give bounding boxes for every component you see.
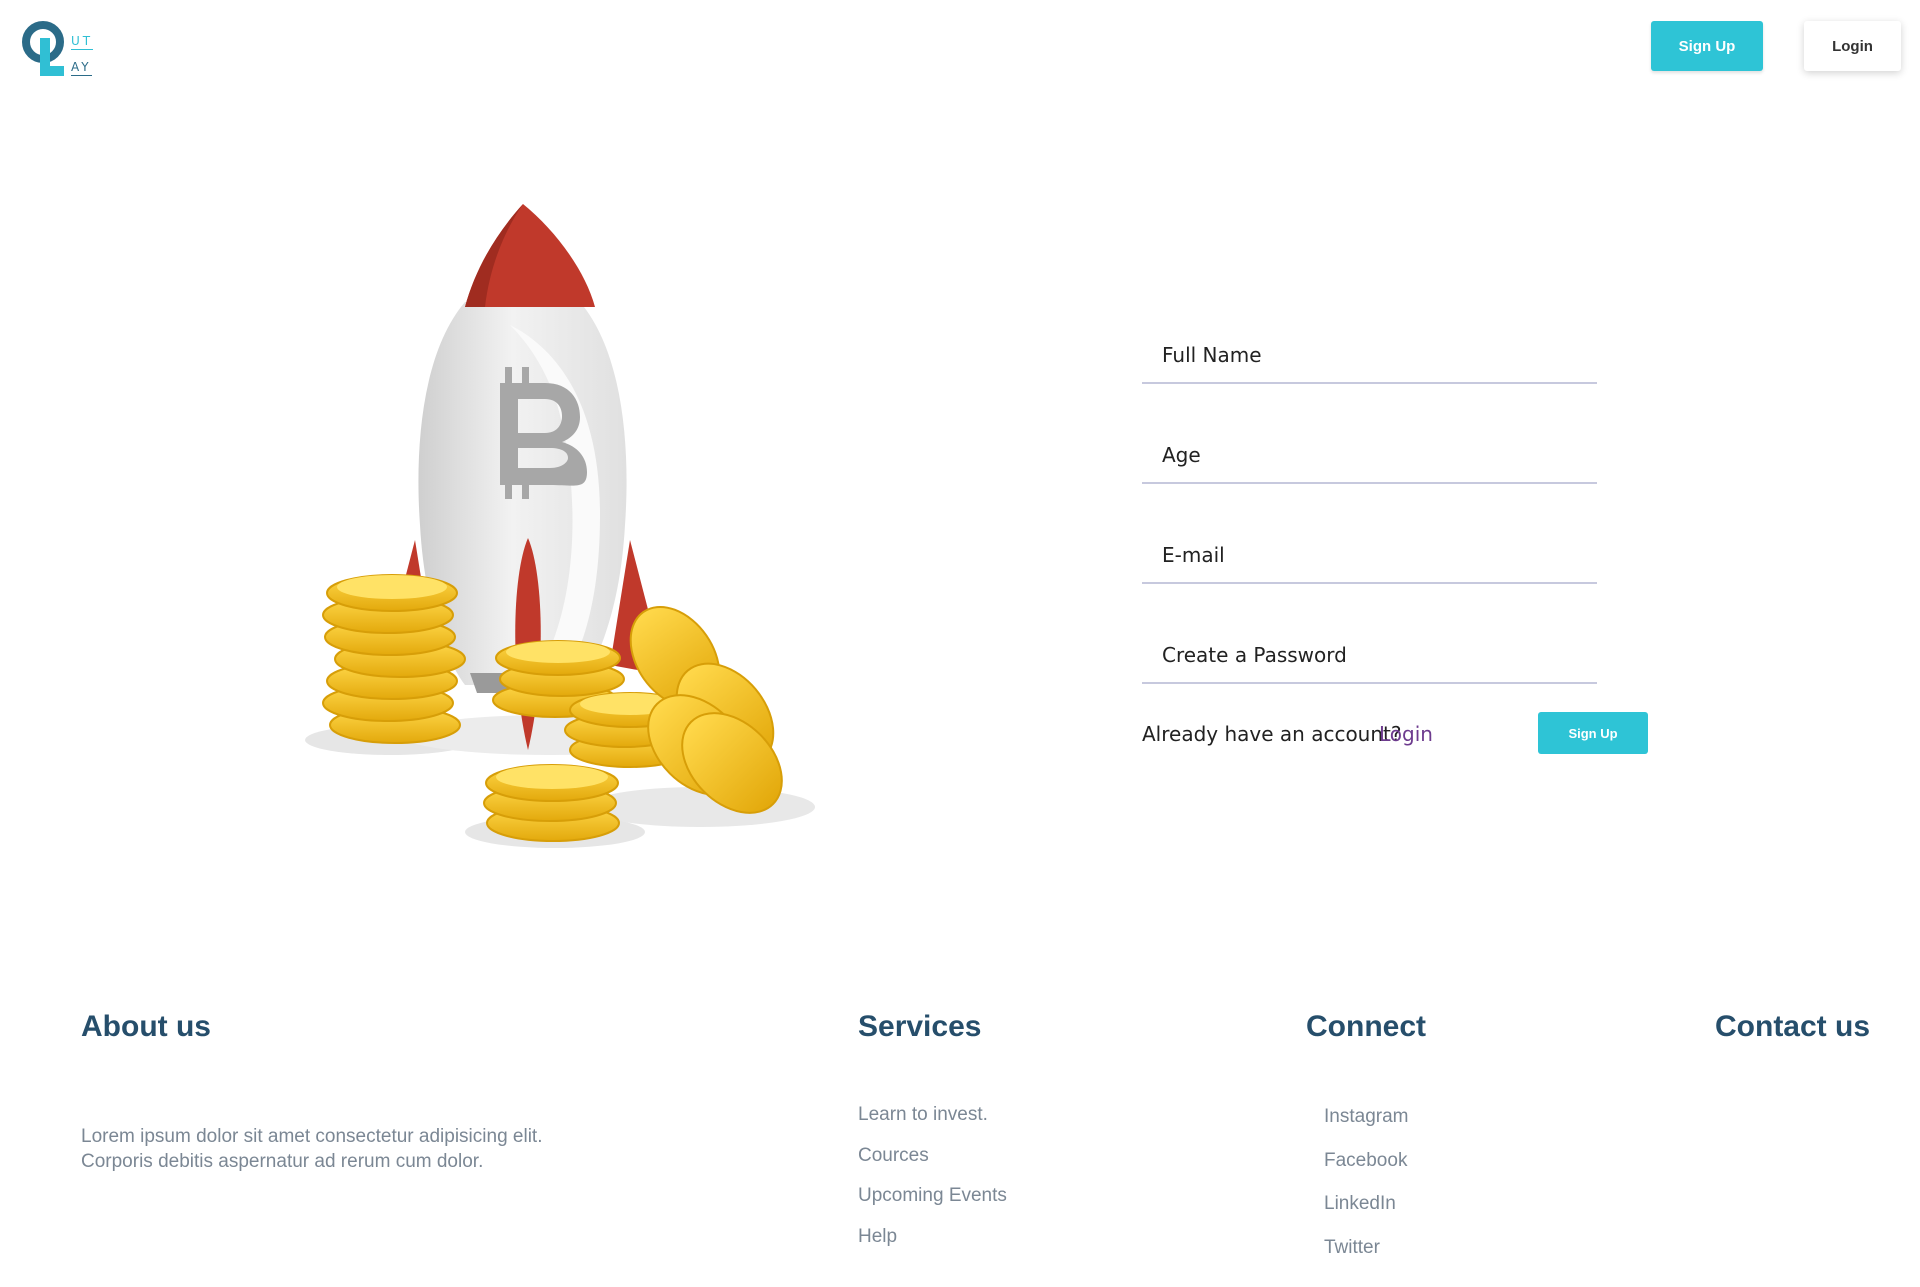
cources-link[interactable]: Cources xyxy=(858,1145,929,1166)
coin-stack-bottom xyxy=(483,764,620,842)
signup-form: Already have an account? Login Sign Up xyxy=(1142,322,1652,754)
connect-links: Instagram Facebook LinkedIn Twitter xyxy=(1324,1106,1408,1280)
header-signup-button[interactable]: Sign Up xyxy=(1651,21,1763,71)
rocket-icon xyxy=(305,204,815,848)
facebook-link[interactable]: Facebook xyxy=(1324,1150,1407,1171)
services-link-item: Upcoming Events xyxy=(858,1185,1007,1226)
contact-us-heading: Contact us xyxy=(1715,1010,1871,1043)
footer-connect-column: Connect xyxy=(1306,1010,1426,1044)
logo-text-bottom: AY xyxy=(71,60,92,76)
coin-stack-left xyxy=(322,574,466,744)
password-field-wrapper xyxy=(1142,622,1599,684)
email-field-wrapper xyxy=(1142,522,1599,584)
rocket-bitcoin-illustration xyxy=(300,195,830,865)
age-field-wrapper xyxy=(1142,422,1599,484)
login-link[interactable]: Login xyxy=(1379,722,1433,746)
full-name-input[interactable] xyxy=(1142,336,1599,374)
footer-services-column: Services xyxy=(858,1010,981,1044)
already-have-account-text: Already have an account? xyxy=(1142,722,1402,746)
connect-heading: Connect xyxy=(1306,1010,1426,1043)
about-us-text: Lorem ipsum dolor sit amet consectetur a… xyxy=(81,1126,543,1172)
services-link-item: Cources xyxy=(858,1145,1007,1186)
services-link-item: Learn to invest. xyxy=(858,1104,1007,1145)
instagram-link[interactable]: Instagram xyxy=(1324,1106,1408,1127)
help-link[interactable]: Help xyxy=(858,1226,897,1247)
connect-link-item: Twitter xyxy=(1324,1237,1408,1281)
linkedin-link[interactable]: LinkedIn xyxy=(1324,1193,1396,1214)
about-us-heading: About us xyxy=(81,1010,211,1043)
services-links: Learn to invest. Cources Upcoming Events… xyxy=(858,1104,1007,1266)
header-login-button[interactable]: Login xyxy=(1804,21,1901,71)
full-name-field-wrapper xyxy=(1142,322,1599,384)
password-input[interactable] xyxy=(1142,636,1599,674)
logo[interactable]: UT AY xyxy=(20,18,100,78)
connect-link-item: Instagram xyxy=(1324,1106,1408,1150)
services-heading: Services xyxy=(858,1010,982,1043)
email-input[interactable] xyxy=(1142,536,1599,574)
logo-mark-icon xyxy=(22,21,64,76)
logo-text-top: UT xyxy=(71,34,94,50)
age-input[interactable] xyxy=(1142,436,1599,474)
services-link-item: Help xyxy=(858,1226,1007,1267)
upcoming-events-link[interactable]: Upcoming Events xyxy=(858,1185,1007,1206)
twitter-link[interactable]: Twitter xyxy=(1324,1237,1380,1258)
connect-link-item: Facebook xyxy=(1324,1150,1408,1194)
learn-to-invest-link[interactable]: Learn to invest. xyxy=(858,1104,988,1125)
footer-about-column: About us xyxy=(81,1010,211,1044)
footer-contact-column: Contact us xyxy=(1715,1010,1870,1044)
form-footer: Already have an account? Login Sign Up xyxy=(1142,712,1652,756)
connect-link-item: LinkedIn xyxy=(1324,1193,1408,1237)
form-signup-button[interactable]: Sign Up xyxy=(1538,712,1648,754)
